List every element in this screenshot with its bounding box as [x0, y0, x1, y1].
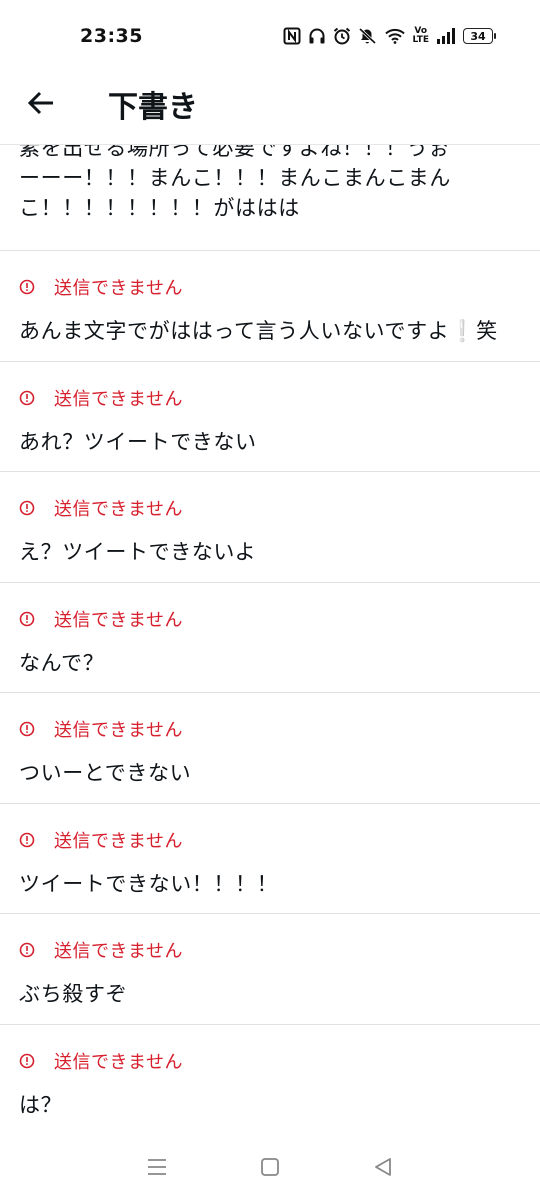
draft-text: は？ [19, 1092, 63, 1117]
signal-icon [437, 28, 455, 44]
error-row: 送信できません [19, 495, 183, 521]
draft-text-line: ーーー！！！まんこ！！！まんこまんこまん [19, 166, 451, 190]
draft-text: ツイートできない！！！！ [19, 871, 279, 896]
list-item[interactable]: 送信できません ついーとできない [0, 693, 540, 804]
error-row: 送信できません [19, 1048, 183, 1074]
draft-text: あれ？ツイートできない [19, 429, 257, 454]
volte-icon: Vo LTE [412, 27, 429, 45]
arrow-left-icon [27, 91, 53, 115]
menu-icon [147, 1158, 166, 1175]
error-label: 送信できません [54, 1051, 183, 1073]
error-row: 送信できません [19, 606, 183, 632]
status-icons: Vo LTE 34 [283, 27, 496, 45]
list-item[interactable]: 素を出せる場所って必要ですよね！！！うぉ ーーー！！！まんこ！！！まんこまんこま… [0, 145, 540, 251]
headphones-icon [309, 28, 325, 44]
draft-text: え？ツイートできないよ [19, 540, 257, 564]
page-title: 下書き [108, 90, 198, 125]
back-triangle-icon [375, 1157, 392, 1176]
error-icon [19, 721, 35, 737]
drafts-list[interactable]: 素を出せる場所って必要ですよね！！！うぉ ーーー！！！まんこ！！！まんこまんこま… [0, 144, 540, 1134]
home-button[interactable] [250, 1147, 290, 1187]
status-time: 23:35 [80, 25, 143, 47]
error-icon [19, 390, 35, 405]
error-row: 送信できません [19, 716, 183, 742]
draft-text: あんま文字でがははって言う人いないですよ❕笑 [19, 319, 498, 343]
error-row: 送信できません [19, 385, 183, 411]
error-label: 送信できません [54, 609, 183, 631]
error-label: 送信できません [54, 830, 183, 852]
list-item[interactable]: 送信できません え？ツイートできないよ [0, 472, 540, 583]
draft-text: ついーとできない [19, 761, 192, 785]
list-item[interactable]: 送信できません ツイートできない！！！！ [0, 804, 540, 914]
battery-icon: 34 [463, 28, 496, 44]
status-bar: 23:35 Vo LTE 34 [0, 0, 540, 72]
error-label: 送信できません [54, 941, 183, 962]
nav-back-button[interactable] [363, 1147, 403, 1187]
error-icon [19, 1053, 35, 1068]
back-button[interactable] [24, 86, 58, 120]
error-icon [19, 500, 35, 516]
home-square-icon [261, 1157, 279, 1176]
volte-bottom-label: LTE [412, 35, 429, 45]
list-item[interactable]: 送信できません は？ [0, 1025, 540, 1135]
error-icon [19, 611, 35, 626]
nfc-icon [283, 27, 301, 45]
error-label: 送信できません [54, 388, 183, 410]
error-label: 送信できません [54, 499, 183, 520]
battery-tip [494, 33, 496, 39]
error-label: 送信できません [54, 720, 183, 741]
app-bar: 下書き [0, 72, 540, 134]
list-item[interactable]: 送信できません ぶち殺すぞ [0, 914, 540, 1025]
draft-text: 素を出せる場所って必要ですよね！！！うぉ ーーー！！！まんこ！！！まんこまんこま… [19, 145, 520, 223]
draft-text: なんで？ [19, 650, 105, 675]
error-icon [19, 832, 35, 847]
wifi-icon [385, 28, 406, 44]
error-icon [19, 942, 35, 958]
error-label: 送信できません [54, 278, 183, 299]
draft-text-line: 素を出せる場所って必要ですよね！！！うぉ [19, 145, 450, 160]
battery-level: 34 [463, 28, 493, 44]
error-row: 送信できません [19, 937, 183, 963]
draft-text: ぶち殺すぞ [19, 982, 128, 1006]
error-row: 送信できません [19, 274, 183, 300]
alarm-icon [334, 27, 351, 45]
error-row: 送信できません [19, 827, 183, 853]
list-item[interactable]: 送信できません なんで？ [0, 583, 540, 693]
error-icon [19, 279, 35, 295]
list-item[interactable]: 送信できません あれ？ツイートできない [0, 362, 540, 472]
system-nav-bar [0, 1134, 540, 1199]
list-item[interactable]: 送信できません あんま文字でがははって言う人いないですよ❕笑 [0, 251, 540, 362]
recents-button[interactable] [137, 1147, 177, 1187]
mute-icon [359, 27, 377, 45]
draft-text-line: こ！！！！！！！！がははは [19, 196, 300, 220]
